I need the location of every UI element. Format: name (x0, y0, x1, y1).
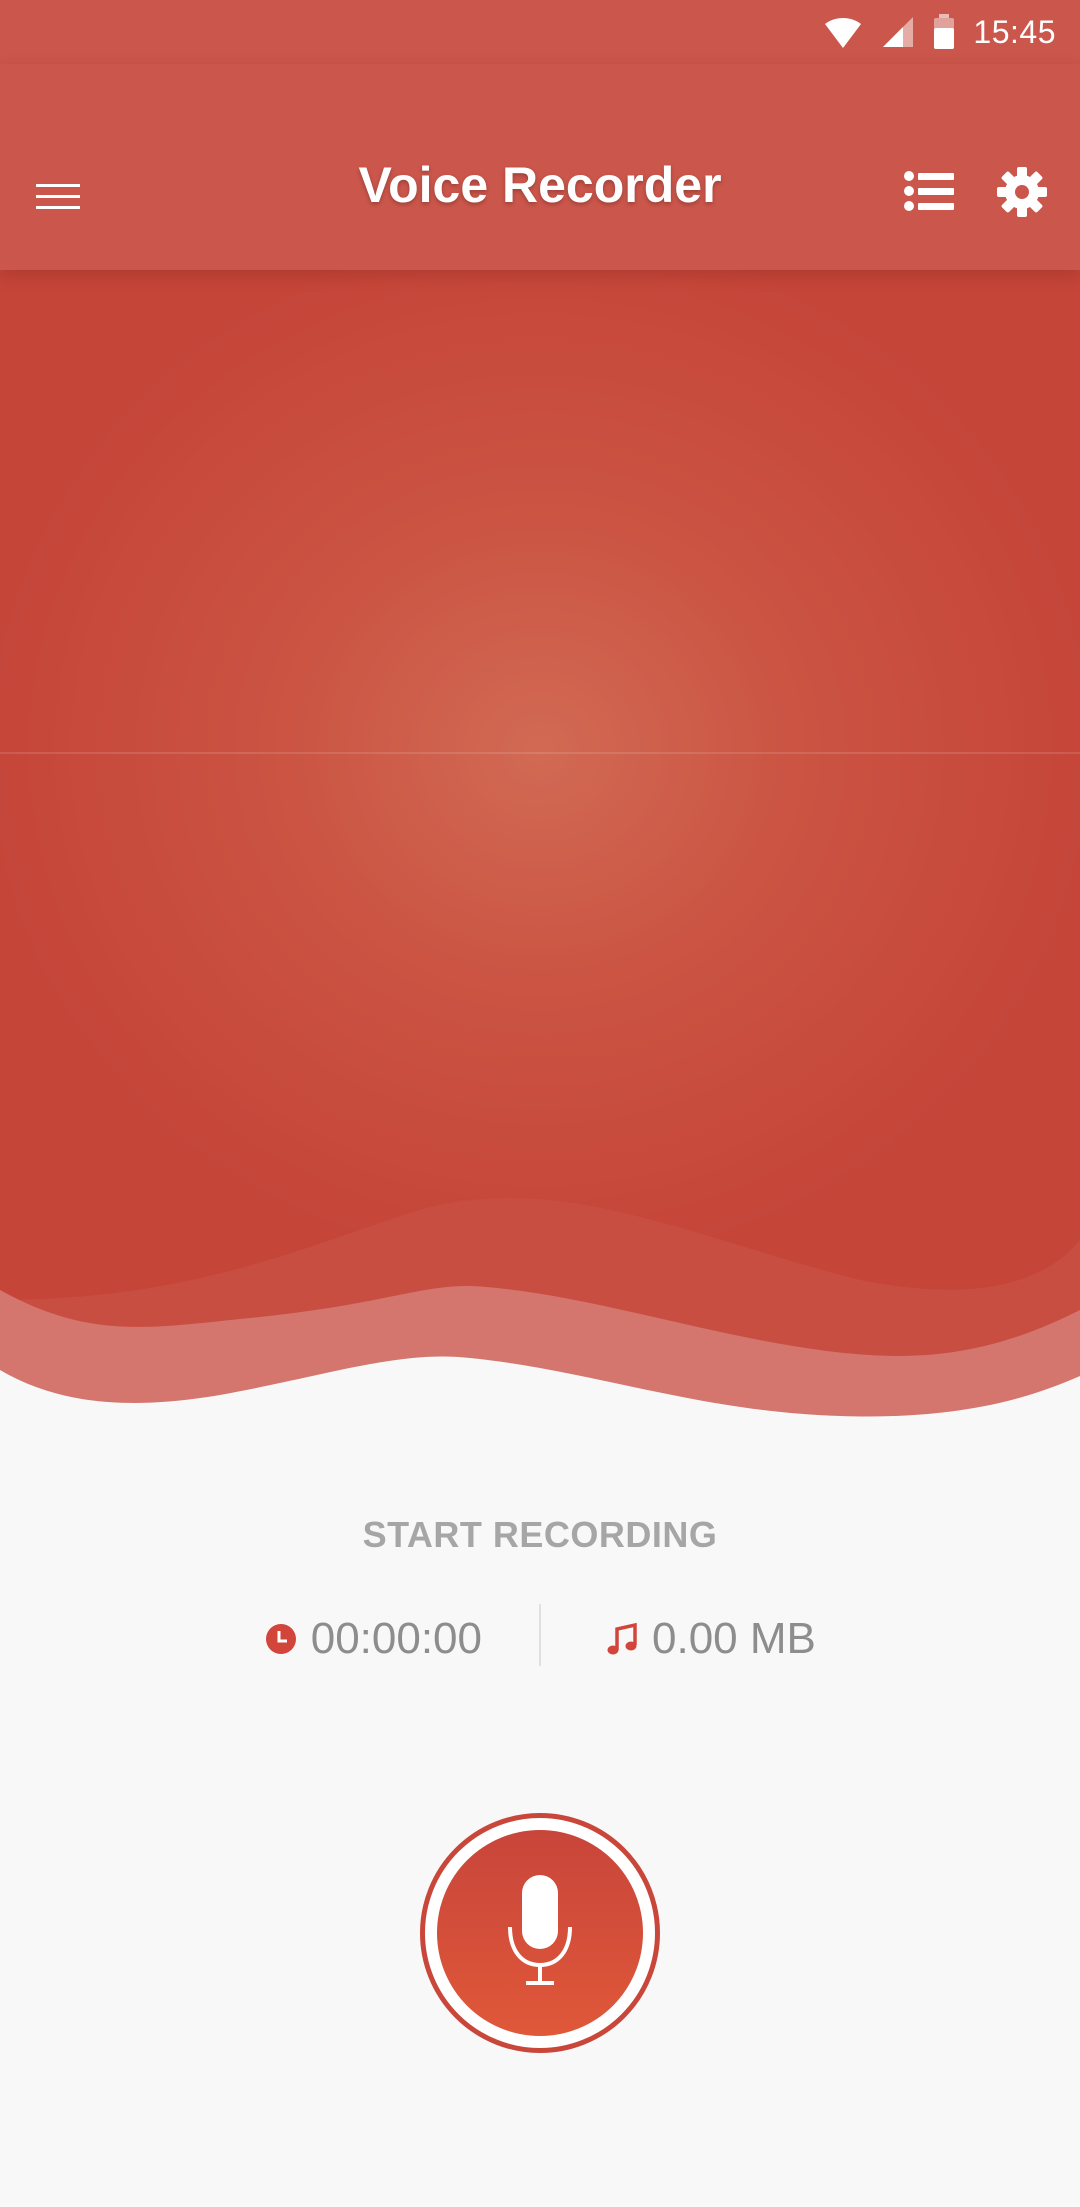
gear-icon[interactable] (994, 164, 1050, 220)
recording-status-label: START RECORDING (362, 1514, 718, 1555)
microphone-icon (508, 1875, 572, 1985)
list-icon[interactable] (900, 162, 960, 222)
wave-decoration (0, 1198, 1080, 1440)
status-time: 15:45 (973, 13, 1056, 50)
music-note-icon (607, 1622, 637, 1655)
file-size-value: 0.00 MB (652, 1614, 816, 1663)
elapsed-time: 00:00:00 (265, 1604, 482, 1674)
clock-icon (265, 1624, 296, 1654)
status-bar: 15:45 (0, 0, 1080, 64)
elapsed-time-value: 00:00:00 (310, 1614, 482, 1663)
signal-icon (883, 17, 914, 47)
record-button[interactable] (420, 1813, 660, 2053)
record-button-fill[interactable] (437, 1830, 643, 2036)
file-size: 0.00 MB (606, 1604, 816, 1674)
waveform-baseline (0, 752, 1080, 754)
wifi-icon (825, 18, 862, 48)
stats-divider (539, 1604, 541, 1666)
app-bar: Voice Recorder (0, 64, 1080, 270)
recording-stats: 00:00:00 0.00 MB (0, 1604, 1080, 1674)
battery-icon (934, 14, 955, 49)
